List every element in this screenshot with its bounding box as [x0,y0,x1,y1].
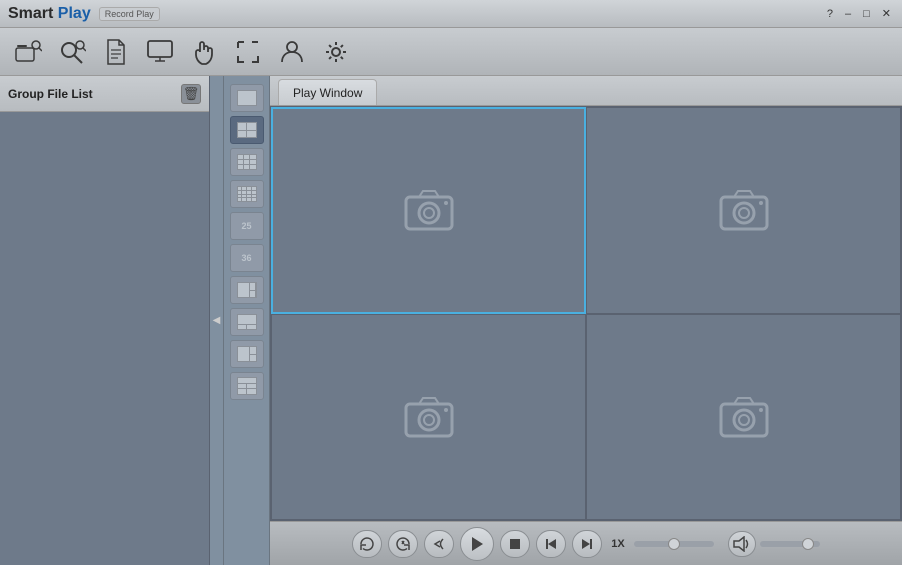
search-btn[interactable] [54,34,90,70]
document-btn[interactable] [98,34,134,70]
grid-cell-1[interactable] [271,107,586,314]
sync-btn[interactable] [352,530,382,558]
camera-icon-2 [717,187,771,233]
progress-knob[interactable] [668,538,680,550]
monitor-btn[interactable] [142,34,178,70]
prev-frame-btn[interactable] [536,530,566,558]
maximize-btn[interactable]: □ [860,8,873,20]
layout-36-label: 36 [241,253,251,263]
minimize-btn[interactable]: – [842,8,854,20]
user-btn[interactable] [274,34,310,70]
grid-cell-4[interactable] [586,314,901,521]
help-btn[interactable]: ? [824,8,836,20]
main-content: Group File List 🗑 ◀ 25 36 [0,76,902,565]
resize-btn[interactable] [230,34,266,70]
layout-4-btn[interactable] [230,116,264,144]
hand-btn[interactable] [186,34,222,70]
title-controls: ? – □ ✕ [824,7,894,20]
settings-btn[interactable] [318,34,354,70]
title-bar: Smart Play Record Play ? – □ ✕ [0,0,902,28]
grid-cell-3[interactable] [271,314,586,521]
layout-mixed1-btn[interactable] [230,276,264,304]
sidebar-title: Group File List [8,87,93,101]
open-file-btn[interactable] [10,34,46,70]
camera-icon-3 [402,394,456,440]
sync2-btn[interactable] [388,530,418,558]
layout-mixed3-btn[interactable] [230,340,264,368]
volume-btn[interactable] [728,531,756,557]
layout-36-btn[interactable]: 36 [230,244,264,272]
stop-btn[interactable] [500,530,530,558]
layout-panel: 25 36 [224,76,270,565]
play-btn[interactable] [460,527,494,561]
app-subtitle: Record Play [99,7,160,21]
rewind-btn[interactable] [424,530,454,558]
volume-slider[interactable] [760,541,820,547]
collapse-arrow-icon: ◀ [213,315,221,326]
play-area: Play Window [270,76,902,565]
play-grid [270,106,902,521]
sidebar-header: Group File List 🗑 [0,76,209,112]
sidebar: Group File List 🗑 [0,76,210,565]
brand-highlight: Play [58,5,91,22]
play-window-tab[interactable]: Play Window [278,79,377,105]
grid-cell-2[interactable] [586,107,901,314]
next-frame-btn[interactable] [572,530,602,558]
layout-1-btn[interactable] [230,84,264,112]
volume-knob[interactable] [802,538,814,550]
play-tab-bar: Play Window [270,76,902,106]
layout-25-label: 25 [241,221,251,231]
layout-custom-btn[interactable] [230,372,264,400]
app-brand: Smart Play [8,5,91,23]
volume-area [728,531,820,557]
toolbar [0,28,902,76]
title-logo: Smart Play Record Play [8,5,160,23]
close-btn[interactable]: ✕ [879,7,894,20]
sidebar-file-list [0,112,209,565]
camera-icon-4 [717,394,771,440]
controls-bar: 1X [270,521,902,565]
sidebar-collapse-handle[interactable]: ◀ [210,76,224,565]
layout-9-btn[interactable] [230,148,264,176]
delete-group-btn[interactable]: 🗑 [181,84,201,104]
layout-mixed2-btn[interactable] [230,308,264,336]
progress-slider[interactable] [634,541,714,547]
speed-label: 1X [608,538,628,550]
layout-16-btn[interactable] [230,180,264,208]
camera-icon-1 [402,187,456,233]
layout-25-btn[interactable]: 25 [230,212,264,240]
